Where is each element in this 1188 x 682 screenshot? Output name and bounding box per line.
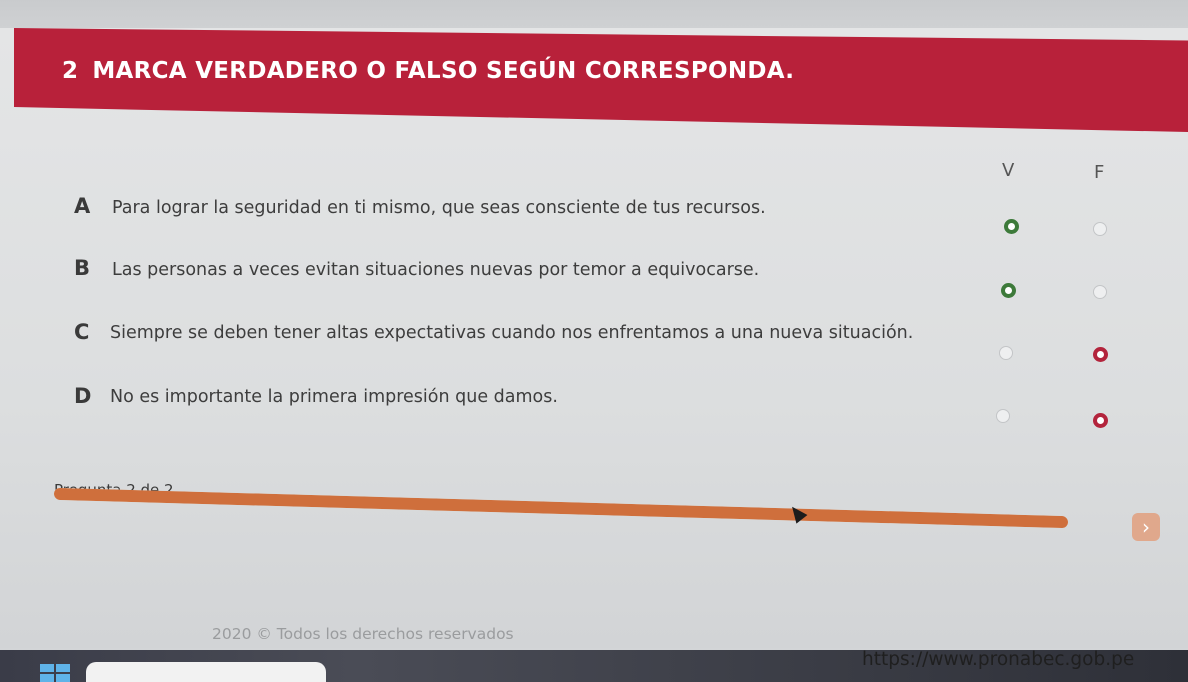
item-c-radio-false[interactable]	[1093, 347, 1108, 362]
question-text: MARCA VERDADERO O FALSO SEGÚN CORRESPOND…	[92, 58, 795, 84]
item-b-radio-true[interactable]	[1001, 283, 1016, 298]
column-header-true: V	[1002, 160, 1015, 181]
question-title: 2 MARCA VERDADERO O FALSO SEGÚN CORRESPON…	[62, 58, 794, 84]
site-url: https://www.pronabec.gob.pe	[862, 649, 1135, 670]
item-b-radio-false[interactable]	[1093, 285, 1107, 299]
item-d-radio-true[interactable]	[996, 409, 1010, 423]
footer-copyright: 2020 © Todos los derechos reservados	[212, 625, 514, 643]
item-c-letter: C	[74, 320, 90, 344]
item-b-letter: B	[74, 256, 91, 280]
item-a-letter: A	[74, 194, 91, 218]
question-number: 2	[62, 58, 79, 84]
item-d-radio-false[interactable]	[1093, 413, 1108, 428]
item-a-radio-false[interactable]	[1093, 222, 1107, 236]
next-button[interactable]: ›	[1132, 513, 1160, 541]
item-a-radio-true[interactable]	[1004, 219, 1019, 234]
item-d-text: No es importante la primera impresión qu…	[110, 387, 558, 407]
item-a-text: Para lograr la seguridad en ti mismo, qu…	[112, 198, 766, 218]
item-d-letter: D	[74, 384, 92, 408]
item-b-text: Las personas a veces evitan situaciones …	[112, 260, 760, 280]
item-c-text: Siempre se deben tener altas expectativa…	[110, 323, 914, 343]
item-c-radio-true[interactable]	[999, 346, 1013, 360]
windows-logo-icon[interactable]	[40, 664, 70, 682]
column-header-false: F	[1094, 162, 1105, 183]
chevron-right-icon: ›	[1142, 515, 1150, 539]
taskbar-search-box[interactable]	[86, 662, 326, 682]
